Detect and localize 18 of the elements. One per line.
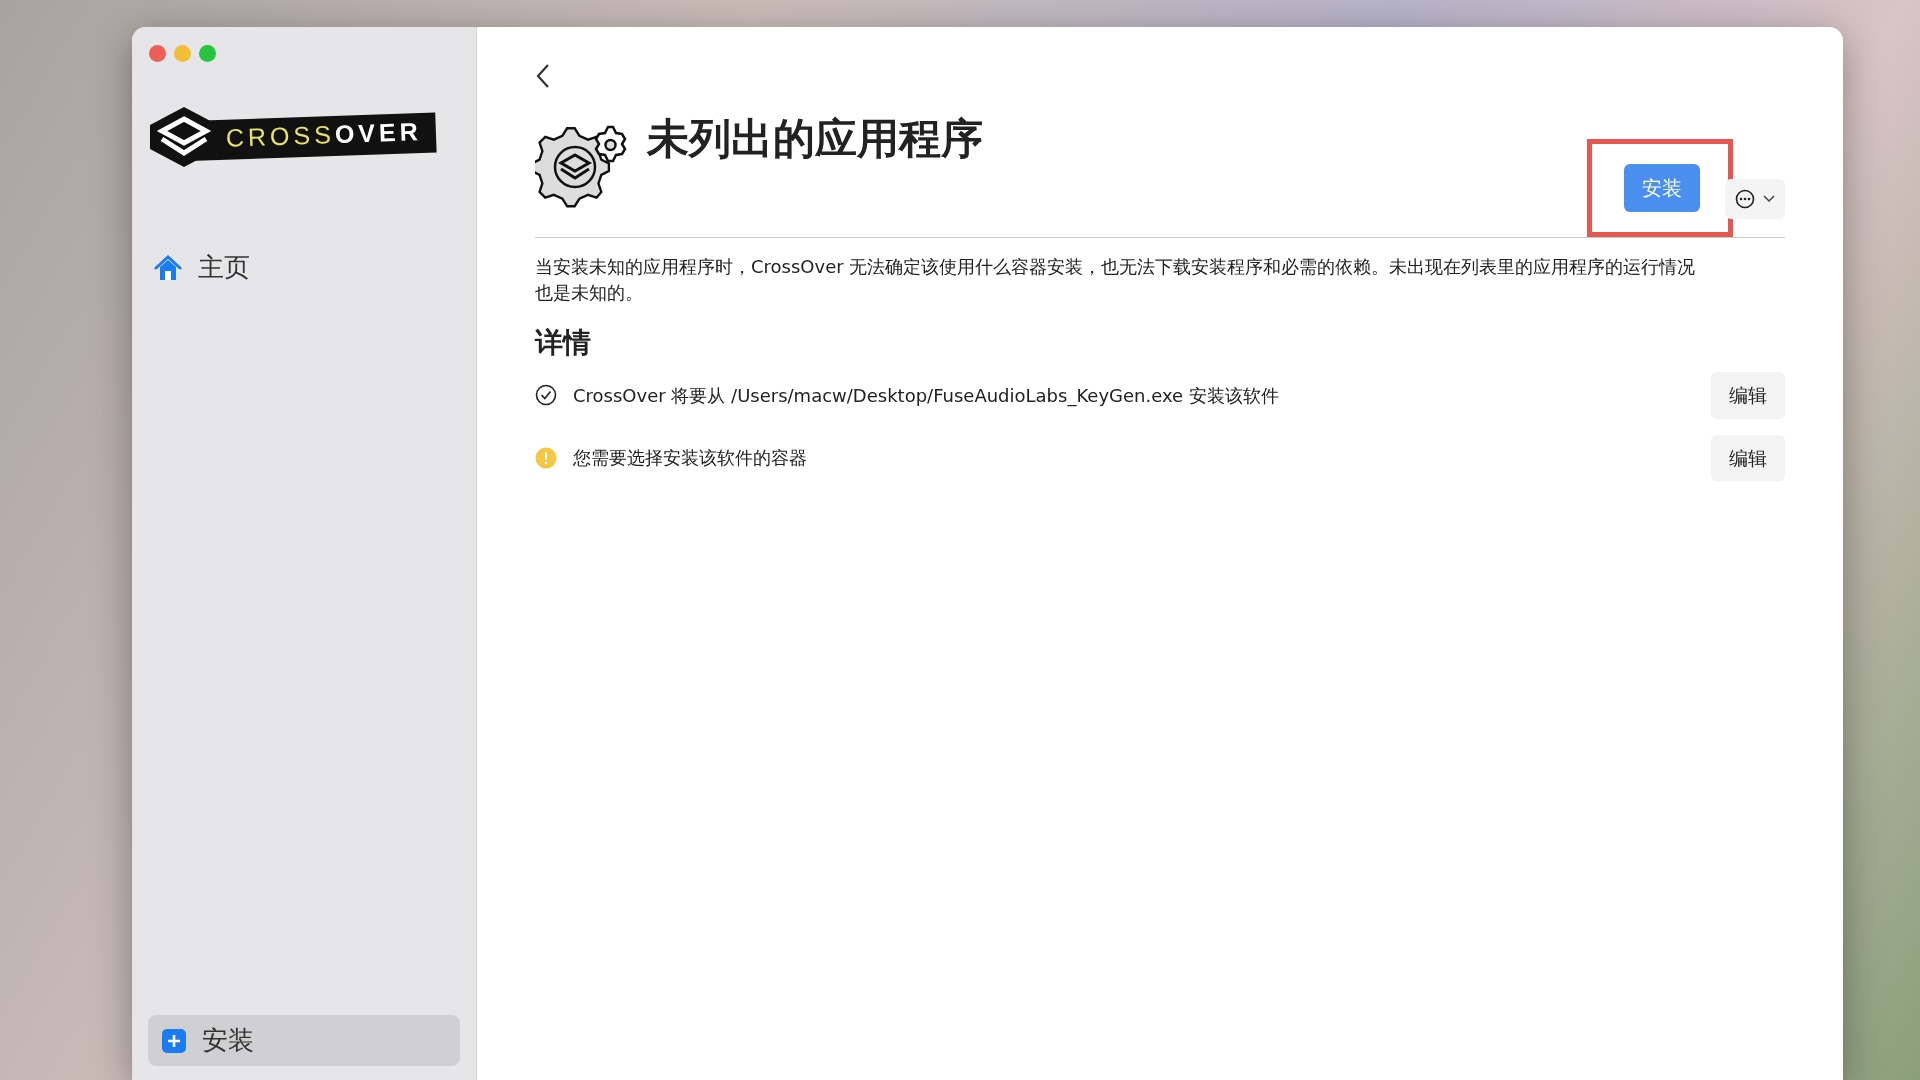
page-title: 未列出的应用程序 xyxy=(647,113,983,165)
install-sidebar-button[interactable]: 安装 xyxy=(148,1015,460,1066)
detail-text: 您需要选择安装该软件的容器 xyxy=(573,446,808,471)
description-text: 当安装未知的应用程序时，CrossOver 无法确定该使用什么容器安装，也无法下载安装程序和必需的依赖。未出现在列表里的应用程序的运行情况也是未知的。 xyxy=(535,255,1697,306)
more-icon xyxy=(1735,189,1755,209)
back-icon[interactable] xyxy=(535,63,551,89)
window-control-button[interactable] xyxy=(199,45,216,62)
detail-text: CrossOver 将要从 /Users/macw/Desktop/FuseAudioLabs_KeyGen.exe 安装该软件 xyxy=(573,383,1280,409)
chevron-down-icon xyxy=(1763,195,1775,203)
more-options-button[interactable] xyxy=(1725,179,1785,219)
edit-button[interactable]: 编辑 xyxy=(1711,372,1785,419)
window-control-button[interactable] xyxy=(174,45,191,62)
sidebar-item[interactable]: 主页 xyxy=(148,242,460,293)
plus-icon xyxy=(162,1028,186,1053)
details-heading: 详情 xyxy=(535,325,592,362)
home-icon xyxy=(154,254,182,281)
window-control-button[interactable] xyxy=(149,45,166,62)
edit-button[interactable]: 编辑 xyxy=(1711,434,1785,482)
